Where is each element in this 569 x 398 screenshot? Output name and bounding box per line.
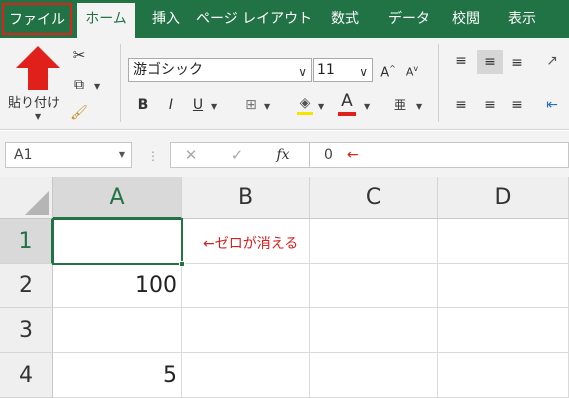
cell-b2[interactable] [182, 264, 310, 308]
formula-input[interactable]: 0 ← [310, 142, 569, 168]
cell-d1[interactable] [438, 219, 569, 264]
tab-formulas[interactable]: 数式 [322, 0, 368, 38]
copy-icon[interactable]: ⧉ [70, 76, 88, 94]
fill-handle[interactable] [179, 261, 185, 267]
font-size-select[interactable]: 11 ∨ [313, 58, 373, 82]
decrease-indent-icon[interactable]: ⇤ [543, 96, 561, 114]
font-color-button[interactable]: A [338, 92, 356, 110]
tab-file[interactable]: ファイル [2, 3, 72, 35]
tab-data[interactable]: データ [382, 0, 436, 38]
cell-d3[interactable] [438, 308, 569, 353]
formula-value: 0 [324, 147, 333, 163]
enter-icon[interactable]: ✓ [229, 146, 245, 164]
format-painter-icon[interactable]: 🖌 [70, 104, 88, 122]
annotation-zero-disappears: ←ゼロが消える [203, 236, 299, 252]
row-header-4[interactable]: 4 [0, 353, 53, 398]
grow-font-letter: A [380, 65, 390, 81]
paste-label: 貼り付け [8, 96, 61, 111]
underline-button[interactable]: U [191, 96, 205, 114]
phonetic-guide-icon[interactable]: 亜 [392, 96, 408, 114]
cell-c1[interactable] [310, 219, 438, 264]
active-cell-selection [52, 218, 185, 267]
font-color-dropdown-icon[interactable]: ▼ [364, 102, 370, 111]
tab-view[interactable]: 表示 [502, 0, 542, 38]
paste-button[interactable] [14, 44, 62, 92]
formula-bar-grip-icon: ⋮ [147, 149, 159, 163]
ribbon-tab-bar: ファイル ホーム 挿入 ページ レイアウト 数式 データ 校閲 表示 [0, 0, 569, 38]
formula-arrow-annotation: ← [346, 147, 359, 163]
ribbon-home: 貼り付け ▼ ✂ ⧉ ▼ 🖌 游ゴシック ∨ 11 ∨ A^ Av B I U … [0, 38, 569, 130]
tab-review[interactable]: 校閲 [446, 0, 486, 38]
select-all-icon [25, 191, 49, 215]
align-left-icon[interactable]: ≡ [452, 96, 470, 114]
column-header-b[interactable]: B [182, 177, 310, 219]
formula-bar: A1 ▼ ⋮ ✕ ✓ fx 0 ← [0, 131, 569, 177]
chevron-down-icon: ∨ [298, 65, 307, 79]
align-middle-button[interactable]: ≡ [477, 50, 503, 74]
cell-b4[interactable] [182, 353, 310, 398]
cell-d2[interactable] [438, 264, 569, 308]
copy-dropdown-icon[interactable]: ▼ [94, 82, 100, 91]
font-size-value: 11 [317, 62, 335, 78]
group-separator [120, 44, 121, 122]
paste-dropdown-icon[interactable]: ▼ [35, 112, 41, 121]
select-all-button[interactable] [0, 177, 53, 219]
group-separator [438, 44, 439, 122]
fill-color-swatch [297, 112, 313, 115]
shrink-font-button[interactable]: Av [404, 60, 420, 82]
red-up-arrow-icon [16, 46, 60, 90]
bold-button[interactable]: B [136, 96, 150, 114]
fill-color-dropdown-icon[interactable]: ▼ [318, 102, 324, 111]
borders-icon[interactable]: ⊞ [243, 96, 259, 114]
font-color-swatch [338, 112, 356, 116]
borders-dropdown-icon[interactable]: ▼ [264, 102, 270, 111]
align-top-icon[interactable]: ≡ [452, 52, 470, 70]
align-right-icon[interactable]: ≡ [508, 96, 526, 114]
cell-c4[interactable] [310, 353, 438, 398]
row-header-3[interactable]: 3 [0, 308, 53, 353]
phonetic-dropdown-icon[interactable]: ▼ [416, 102, 422, 111]
cancel-icon[interactable]: ✕ [183, 146, 199, 164]
cut-icon[interactable]: ✂ [70, 46, 88, 64]
row-header-2[interactable]: 2 [0, 264, 53, 308]
name-box-dropdown-icon[interactable]: ▼ [119, 143, 125, 167]
cell-d4[interactable] [438, 353, 569, 398]
formula-controls: ✕ ✓ fx [170, 142, 310, 168]
cell-a4[interactable]: 5 [53, 353, 182, 398]
cell-a2[interactable]: 100 [53, 264, 182, 308]
cell-a3[interactable] [53, 308, 182, 353]
name-box-value: A1 [14, 147, 33, 163]
cell-c2[interactable] [310, 264, 438, 308]
font-name-select[interactable]: 游ゴシック ∨ [128, 58, 312, 82]
tab-home[interactable]: ホーム [77, 3, 135, 38]
fill-color-icon[interactable]: ◈ [296, 94, 314, 112]
row-header-1[interactable]: 1 [0, 219, 53, 264]
grow-font-button[interactable]: A^ [380, 60, 396, 82]
cell-b3[interactable] [182, 308, 310, 353]
insert-function-icon[interactable]: fx [273, 146, 293, 164]
cell-c3[interactable] [310, 308, 438, 353]
underline-dropdown-icon[interactable]: ▼ [211, 102, 217, 111]
text-orientation-icon[interactable]: ↗ [543, 52, 561, 70]
tab-insert[interactable]: 挿入 [140, 0, 192, 38]
italic-button[interactable]: I [164, 96, 178, 114]
column-header-a[interactable]: A [53, 177, 182, 219]
tab-page-layout[interactable]: ページ レイアウト [196, 0, 312, 38]
column-header-c[interactable]: C [310, 177, 438, 219]
chevron-down-icon: ∨ [359, 65, 368, 79]
align-middle-icon: ≡ [484, 54, 496, 70]
worksheet-grid: A B C D 1 2 3 4 100 5 ←ゼロが消える [0, 177, 569, 398]
name-box[interactable]: A1 ▼ [5, 142, 132, 168]
align-bottom-icon[interactable]: ≡ [508, 54, 526, 72]
align-center-icon[interactable]: ≡ [481, 96, 499, 114]
column-header-d[interactable]: D [438, 177, 569, 219]
font-name-value: 游ゴシック [133, 62, 203, 78]
